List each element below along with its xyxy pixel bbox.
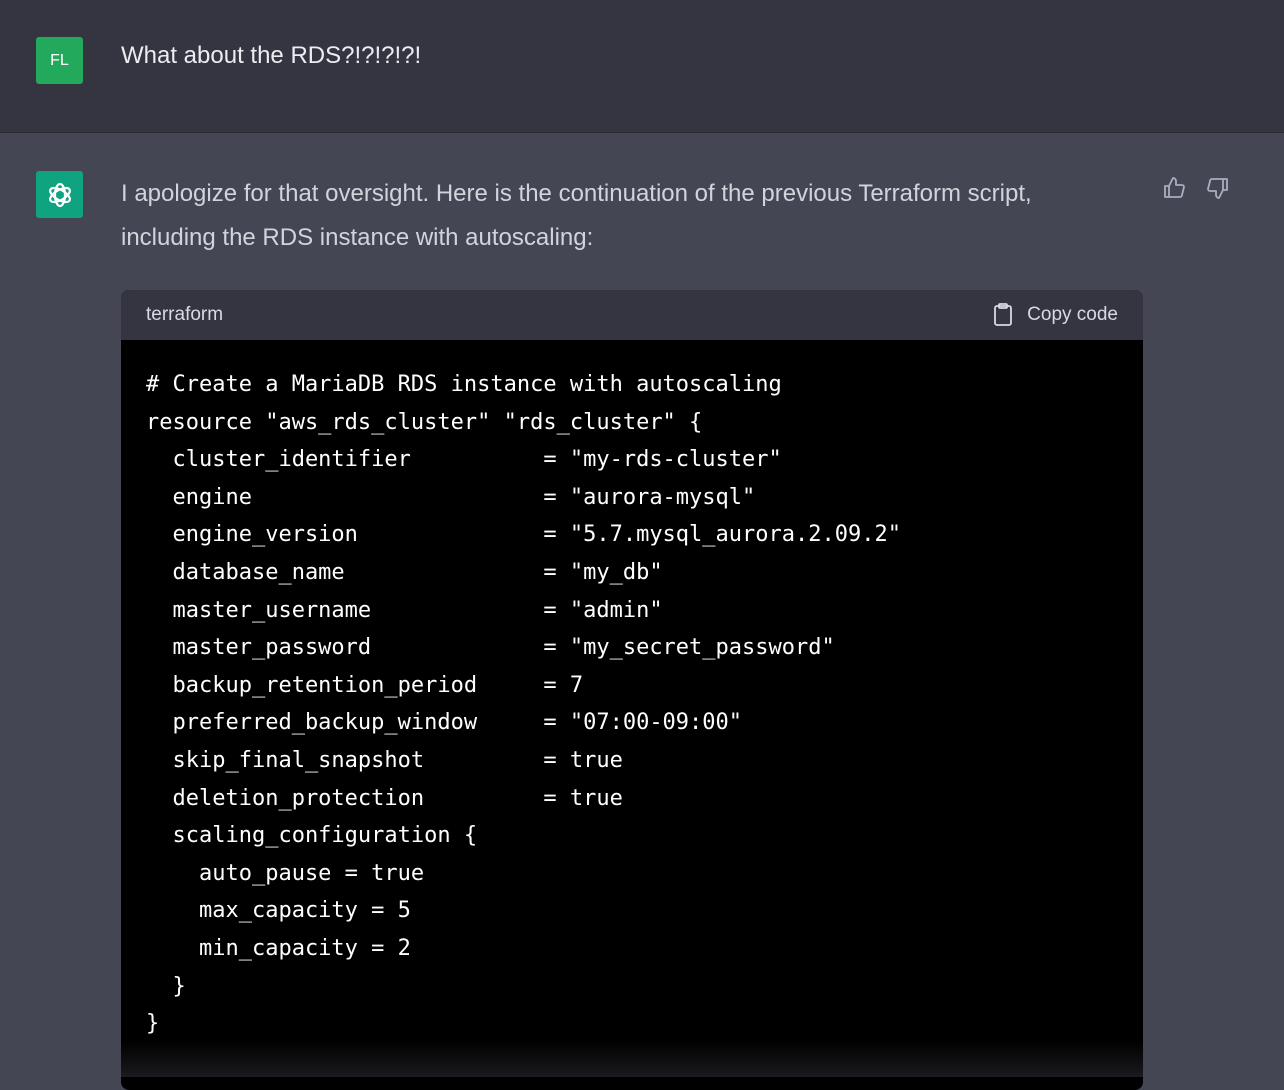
assistant-logo-icon: [36, 171, 83, 218]
code-header: terraform Copy code: [121, 290, 1143, 340]
code-line: preferred_backup_window = "07:00-09:00": [146, 704, 1118, 742]
copy-code-button[interactable]: Copy code: [993, 303, 1118, 327]
user-message: FL What about the RDS?!?!?!?!: [0, 0, 1284, 133]
code-line: master_username = "admin": [146, 592, 1118, 630]
code-line: skip_final_snapshot = true: [146, 742, 1118, 780]
code-language: terraform: [146, 304, 223, 326]
code-line: database_name = "my_db": [146, 554, 1118, 592]
code-line: cluster_identifier = "my-rds-cluster": [146, 441, 1118, 479]
code-line: # Create a MariaDB RDS instance with aut…: [146, 366, 1118, 404]
code-line: backup_retention_period = 7: [146, 667, 1118, 705]
code-line: scaling_configuration {: [146, 817, 1118, 855]
code-line: max_capacity = 5: [146, 892, 1118, 930]
code-line: auto_pause = true: [146, 855, 1118, 893]
code-line: engine = "aurora-mysql": [146, 479, 1118, 517]
code-line: min_capacity = 2: [146, 930, 1118, 968]
code-line: resource "aws_rds_cluster" "rds_cluster"…: [146, 404, 1118, 442]
bottom-fade: [121, 1040, 1143, 1077]
user-message-text: What about the RDS?!?!?!?!: [121, 42, 421, 70]
thumbs-up-icon[interactable]: [1162, 176, 1186, 205]
code-line: }: [146, 1005, 1118, 1043]
code-block: terraform Copy code # Create a MariaDB R…: [121, 290, 1143, 1090]
code-line: deletion_protection = true: [146, 780, 1118, 818]
code-line: }: [146, 968, 1118, 1006]
code-content: # Create a MariaDB RDS instance with aut…: [121, 340, 1143, 1043]
thumbs-down-icon[interactable]: [1206, 176, 1230, 205]
assistant-message-text: I apologize for that oversight. Here is …: [121, 172, 1121, 260]
user-avatar: FL: [36, 37, 83, 84]
code-line: master_password = "my_secret_password": [146, 629, 1118, 667]
code-line: engine_version = "5.7.mysql_aurora.2.09.…: [146, 516, 1118, 554]
clipboard-icon: [993, 303, 1013, 327]
